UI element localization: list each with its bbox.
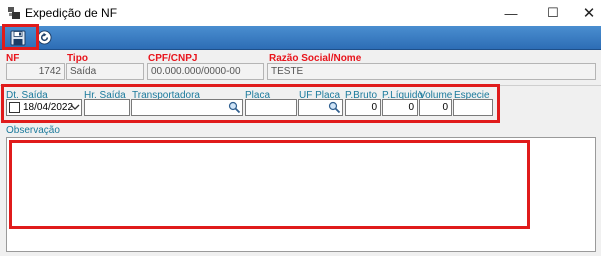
observacao-textarea[interactable] [6, 137, 596, 252]
pliquido-input[interactable]: 0 [382, 99, 418, 116]
placa-input[interactable] [245, 99, 297, 116]
razao-social-field: TESTE [267, 63, 596, 80]
hr-saida-input[interactable] [84, 99, 130, 116]
dt-saida-checkbox[interactable] [9, 102, 20, 113]
observacao-label: Observação [6, 125, 60, 136]
especie-input[interactable] [453, 99, 493, 116]
pbruto-input[interactable]: 0 [345, 99, 381, 116]
section-divider [0, 85, 601, 86]
title-bar: Expedição de NF — ☐ ✕ [0, 0, 601, 26]
app-icon [8, 7, 20, 19]
toolbar [0, 26, 601, 50]
window-title: Expedição de NF [25, 6, 118, 20]
transportadora-input[interactable] [131, 99, 243, 116]
minimize-button[interactable]: — [488, 0, 534, 26]
cpf-cnpj-field: 00.000.000/0000-00 [147, 63, 264, 80]
tipo-field: Saída [66, 63, 144, 80]
transportadora-search-icon[interactable] [228, 101, 241, 114]
refresh-icon[interactable] [37, 30, 52, 45]
uf-placa-search-icon[interactable] [328, 101, 341, 114]
floppy-disk-icon[interactable] [10, 30, 26, 46]
nf-field: 1742 [6, 63, 65, 80]
chevron-down-icon[interactable] [70, 102, 80, 112]
close-button[interactable]: ✕ [566, 0, 601, 26]
volume-input[interactable]: 0 [419, 99, 452, 116]
